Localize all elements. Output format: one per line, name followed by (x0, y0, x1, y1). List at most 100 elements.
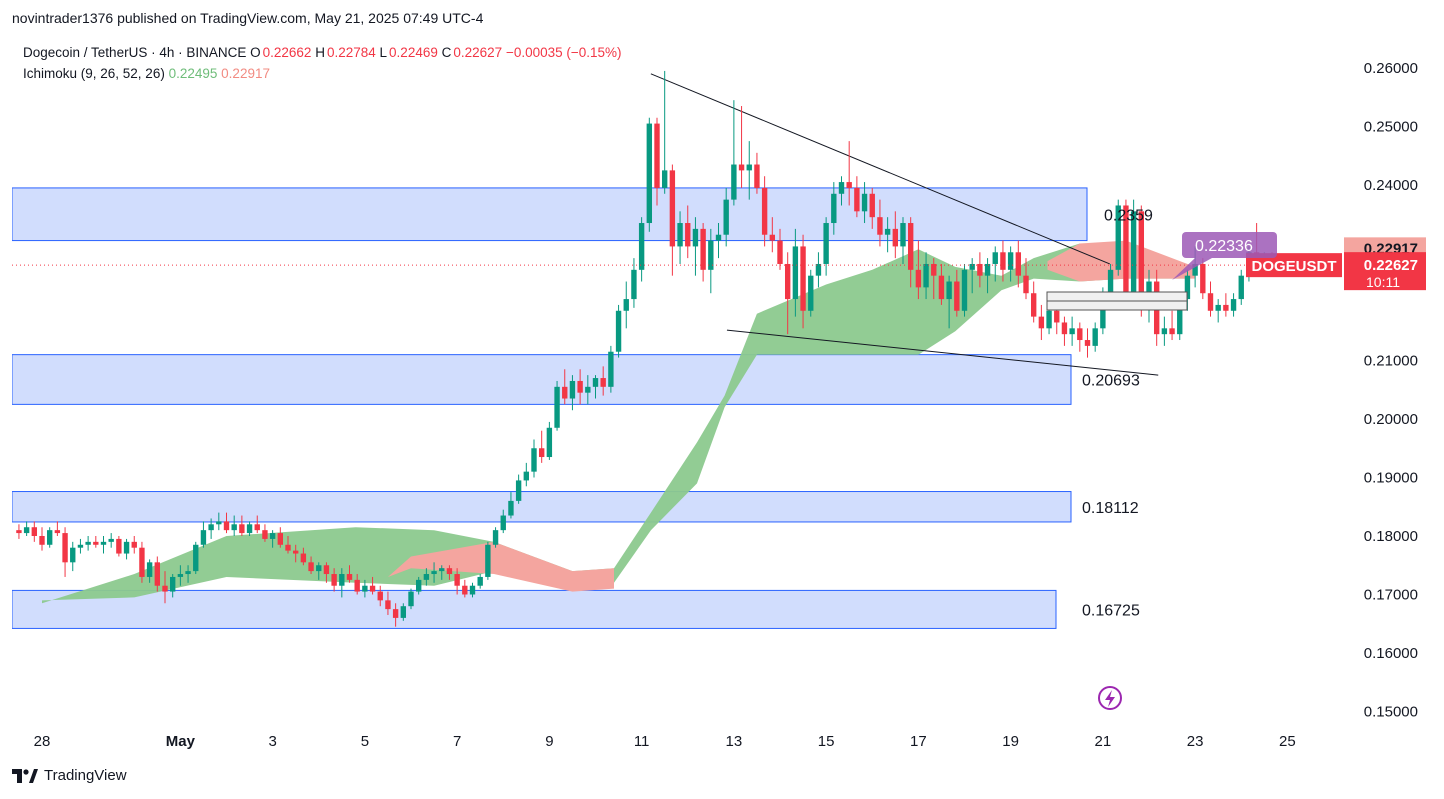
candle[interactable] (992, 252, 998, 264)
candle[interactable] (531, 448, 537, 472)
candle[interactable] (354, 579, 360, 592)
candle[interactable] (808, 275, 814, 311)
candle[interactable] (731, 164, 737, 200)
candle[interactable] (1061, 322, 1068, 335)
candle[interactable] (39, 536, 45, 545)
candle[interactable] (961, 269, 968, 311)
candle[interactable] (239, 524, 245, 534)
candle[interactable] (815, 263, 822, 276)
candle[interactable] (362, 585, 368, 592)
candle[interactable] (869, 193, 875, 218)
candle[interactable] (454, 574, 460, 586)
candle[interactable] (200, 530, 207, 545)
candle[interactable] (1223, 304, 1229, 311)
candle[interactable] (54, 530, 61, 534)
candle[interactable] (1030, 293, 1037, 317)
candle[interactable] (884, 228, 891, 235)
candle[interactable] (1007, 252, 1014, 270)
candle[interactable] (669, 170, 676, 247)
candle[interactable] (62, 533, 68, 563)
candle[interactable] (585, 386, 591, 393)
candle[interactable] (938, 275, 945, 300)
candle[interactable] (892, 228, 899, 247)
candle[interactable] (269, 533, 276, 539)
candle[interactable] (562, 386, 568, 399)
candle[interactable] (254, 524, 260, 531)
candle[interactable] (1238, 275, 1244, 300)
candle[interactable] (1038, 316, 1045, 329)
candle[interactable] (339, 574, 345, 586)
support-resistance-zone[interactable] (11, 354, 1072, 405)
candle[interactable] (431, 571, 437, 575)
candle[interactable] (1054, 310, 1060, 323)
candle[interactable] (946, 281, 952, 300)
candle[interactable] (907, 223, 914, 270)
candle[interactable] (546, 427, 553, 458)
candle[interactable] (761, 187, 768, 235)
support-resistance-zone[interactable] (11, 187, 1088, 242)
candle[interactable] (577, 380, 583, 393)
candle[interactable] (100, 541, 107, 545)
candle[interactable] (70, 547, 76, 563)
candle[interactable] (1200, 263, 1206, 294)
candle[interactable] (308, 562, 314, 572)
candle[interactable] (1215, 304, 1221, 311)
candle[interactable] (715, 234, 722, 241)
candle[interactable] (623, 299, 629, 311)
candle[interactable] (784, 263, 791, 300)
candle[interactable] (838, 182, 845, 194)
candle[interactable] (93, 541, 99, 545)
candle[interactable] (31, 527, 38, 536)
candle[interactable] (931, 263, 937, 276)
candle[interactable] (346, 574, 353, 580)
candle[interactable] (246, 524, 253, 534)
candle[interactable] (646, 123, 653, 224)
candle[interactable] (446, 568, 453, 575)
candle[interactable] (569, 380, 576, 399)
candle[interactable] (223, 521, 230, 531)
candle[interactable] (615, 310, 622, 352)
candle[interactable] (977, 263, 983, 276)
candle[interactable] (139, 547, 145, 577)
candle[interactable] (462, 585, 468, 595)
candle[interactable] (1169, 328, 1175, 335)
candle[interactable] (592, 378, 599, 387)
candle[interactable] (1046, 310, 1052, 329)
candle[interactable] (1230, 299, 1237, 311)
candle[interactable] (262, 530, 268, 539)
candle[interactable] (523, 471, 530, 481)
candle[interactable] (392, 609, 399, 618)
candle[interactable] (469, 585, 476, 595)
candle[interactable] (492, 530, 499, 545)
candle[interactable] (608, 351, 614, 387)
candle[interactable] (439, 568, 445, 572)
lightning-icon[interactable] (1098, 686, 1122, 710)
candle[interactable] (500, 515, 506, 531)
support-resistance-zone[interactable] (11, 589, 1057, 629)
candle[interactable] (861, 193, 868, 212)
tradingview-footer[interactable]: TradingView (12, 767, 127, 784)
candle[interactable] (162, 585, 168, 592)
candle[interactable] (77, 544, 84, 548)
candle[interactable] (316, 565, 322, 572)
candle[interactable] (1138, 211, 1145, 305)
candle[interactable] (423, 574, 430, 580)
candle[interactable] (477, 576, 483, 586)
candle[interactable] (177, 574, 184, 577)
candle[interactable] (116, 538, 122, 554)
candle[interactable] (654, 123, 660, 188)
candle[interactable] (515, 480, 522, 501)
candle[interactable] (1107, 269, 1114, 294)
candle[interactable] (1084, 340, 1091, 346)
candle[interactable] (823, 223, 829, 264)
candle[interactable] (193, 544, 199, 572)
candle[interactable] (331, 574, 337, 586)
candle[interactable] (216, 521, 222, 525)
candle[interactable] (400, 606, 407, 618)
candle[interactable] (16, 530, 22, 534)
candle[interactable] (292, 550, 299, 554)
candle[interactable] (1092, 328, 1098, 346)
indicator-name[interactable]: Ichimoku (9, 26, 52, 26) (23, 66, 165, 81)
candle[interactable] (685, 223, 691, 247)
candle[interactable] (900, 223, 906, 247)
